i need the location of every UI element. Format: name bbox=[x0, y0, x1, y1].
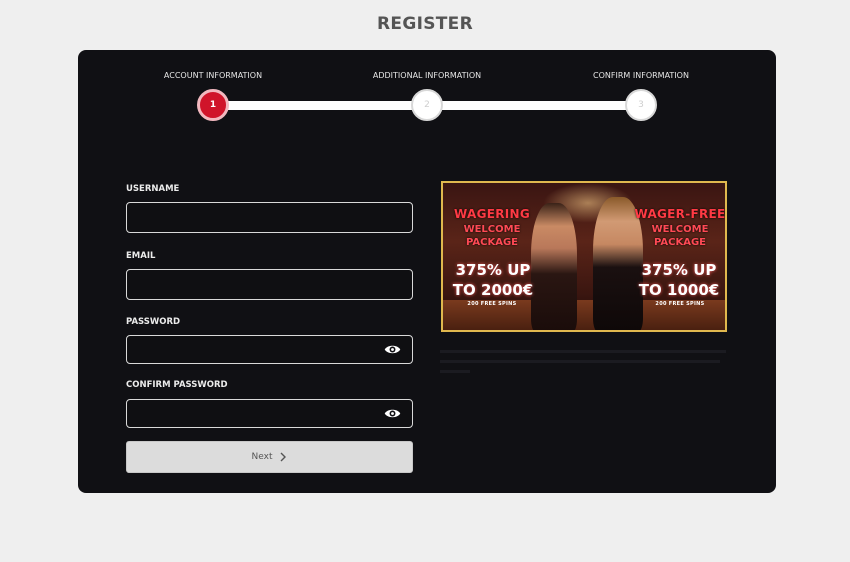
step-3-number: 3 bbox=[638, 100, 644, 110]
email-label: EMAIL bbox=[126, 251, 156, 261]
chevron-right-icon bbox=[280, 452, 287, 462]
banner-right-line2: PACKAGE bbox=[653, 237, 707, 248]
next-button-label: Next bbox=[251, 452, 273, 462]
email-input[interactable] bbox=[126, 269, 413, 300]
banner-left-bonus1: 375% UP bbox=[455, 261, 531, 279]
show-confirm-password-eye-icon[interactable] bbox=[384, 405, 401, 422]
banner-left-spins: 200 FREE SPINS bbox=[467, 301, 517, 307]
banner-right-title: WAGER-FREE bbox=[634, 207, 726, 221]
banner-right-bonus1: 375% UP bbox=[641, 261, 717, 279]
step-2-number: 2 bbox=[424, 100, 430, 110]
step-1-label: ACCOUNT INFORMATION bbox=[163, 71, 263, 80]
banner-right-line1: WELCOME bbox=[651, 224, 709, 235]
confirm-password-label: CONFIRM PASSWORD bbox=[126, 380, 228, 390]
confirm-password-input[interactable] bbox=[126, 399, 413, 428]
page-title: REGISTER bbox=[377, 14, 473, 34]
next-button[interactable]: Next bbox=[126, 441, 413, 473]
promo-banner[interactable]: WAGERING WELCOME PACKAGE 375% UP TO 2000… bbox=[441, 181, 727, 332]
step-1-number: 1 bbox=[209, 100, 217, 110]
register-panel: ACCOUNT INFORMATION ADDITIONAL INFORMATI… bbox=[78, 50, 776, 493]
banner-left-line1: WELCOME bbox=[463, 224, 521, 235]
banner-right-bonus2: TO 1000€ bbox=[638, 281, 720, 299]
username-label: USERNAME bbox=[126, 184, 180, 194]
step-3-indicator[interactable]: 3 bbox=[625, 89, 657, 121]
banner-right-spins: 200 FREE SPINS bbox=[655, 301, 705, 307]
username-input[interactable] bbox=[126, 202, 413, 233]
banner-left-line2: PACKAGE bbox=[465, 237, 519, 248]
password-label: PASSWORD bbox=[126, 317, 181, 327]
step-3-label: CONFIRM INFORMATION bbox=[593, 71, 689, 80]
promo-disclaimer bbox=[440, 347, 730, 373]
show-password-eye-icon[interactable] bbox=[384, 341, 401, 358]
step-2-indicator[interactable]: 2 bbox=[411, 89, 443, 121]
password-input[interactable] bbox=[126, 335, 413, 364]
banner-left-title: WAGERING bbox=[453, 207, 531, 221]
step-1-indicator[interactable]: 1 bbox=[197, 89, 229, 121]
banner-left-bonus2: TO 2000€ bbox=[452, 281, 534, 299]
step-2-label: ADDITIONAL INFORMATION bbox=[372, 71, 482, 80]
